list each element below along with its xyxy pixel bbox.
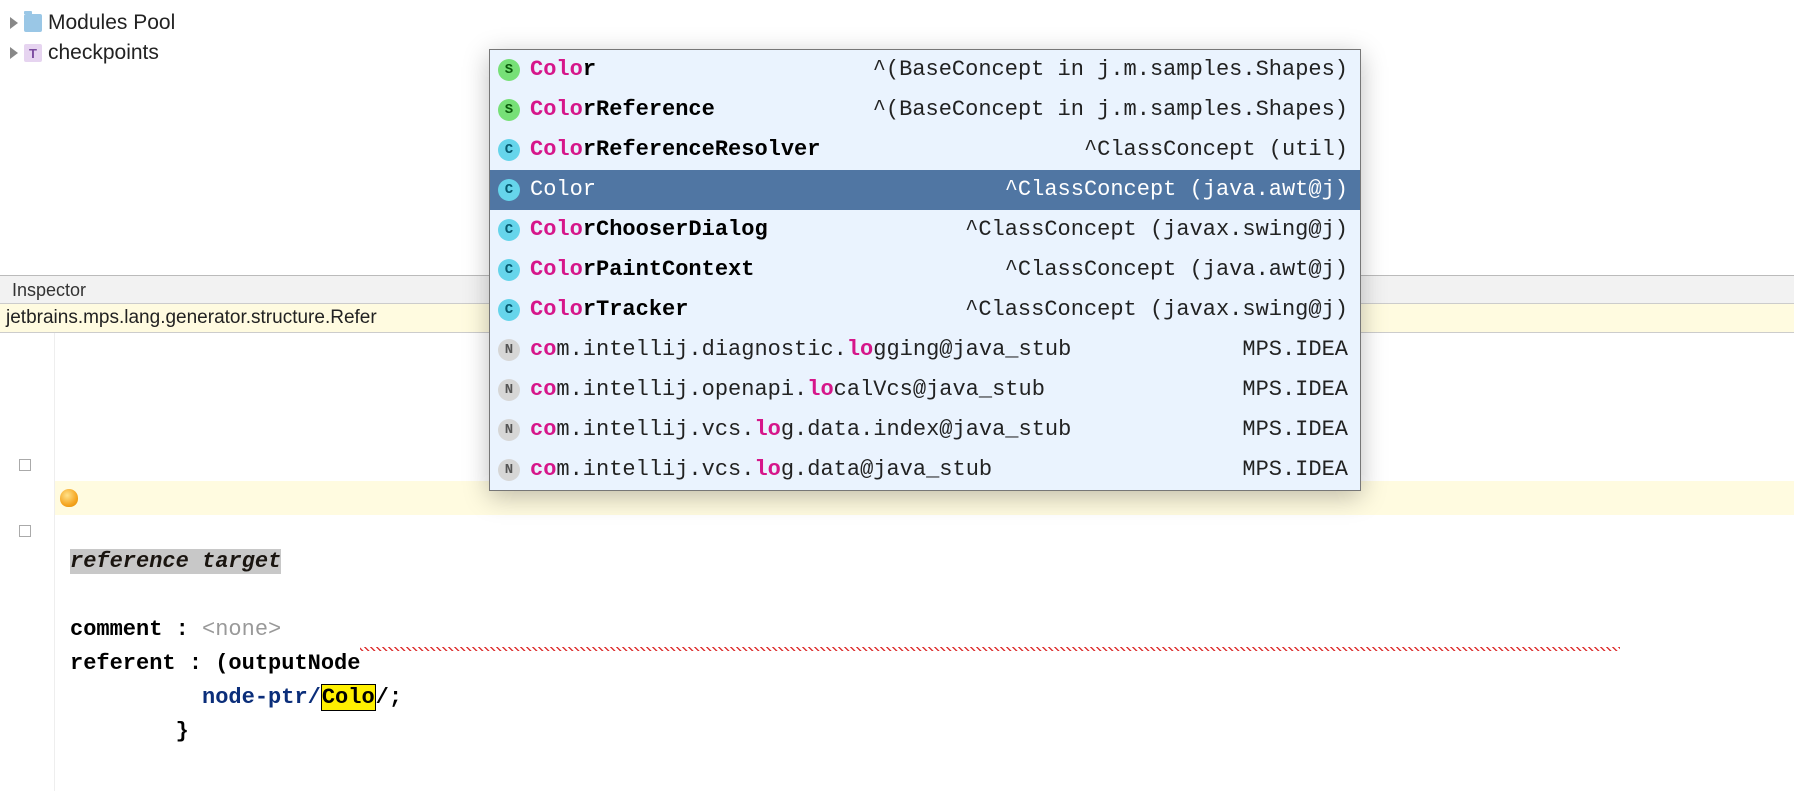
autocomplete-item-name: com.intellij.vcs.log.data@java_stub: [530, 450, 1222, 490]
class-icon: C: [498, 259, 520, 281]
autocomplete-item-name: ColorTracker: [530, 290, 945, 330]
autocomplete-item-hint: ^(BaseConcept in j.m.samples.Shapes): [853, 50, 1348, 90]
chevron-right-icon[interactable]: [10, 47, 18, 59]
tree-item-label: checkpoints: [48, 41, 159, 65]
namespace-icon: N: [498, 419, 520, 441]
tree-item-label: Modules Pool: [48, 11, 175, 35]
autocomplete-item-name: ColorReferenceResolver: [530, 130, 1064, 170]
test-icon: T: [24, 44, 42, 62]
gutter: [0, 333, 55, 791]
autocomplete-item[interactable]: C Color^ClassConcept (java.awt@j): [490, 170, 1360, 210]
node-ptr-keyword: node-ptr/: [202, 685, 321, 710]
autocomplete-item-name: ColorReference: [530, 90, 853, 130]
autocomplete-item-name: ColorPaintContext: [530, 250, 985, 290]
autocomplete-item-hint: MPS.IDEA: [1222, 450, 1348, 490]
autocomplete-item[interactable]: C ColorChooserDialog^ClassConcept (javax.…: [490, 210, 1360, 250]
reference-target-heading: reference target: [70, 549, 281, 574]
autocomplete-item-hint: ^(BaseConcept in j.m.samples.Shapes): [853, 90, 1348, 130]
project-tree: Modules Pool T checkpoints: [10, 8, 175, 68]
autocomplete-item-hint: ^ClassConcept (java.awt@j): [985, 250, 1348, 290]
referent-label: referent :: [70, 651, 215, 676]
class-icon: C: [498, 139, 520, 161]
autocomplete-item[interactable]: S Color^(BaseConcept in j.m.samples.Shape…: [490, 50, 1360, 90]
chevron-right-icon[interactable]: [10, 17, 18, 29]
autocomplete-item[interactable]: C ColorPaintContext^ClassConcept (java.aw…: [490, 250, 1360, 290]
class-icon: C: [498, 219, 520, 241]
comment-value: <none>: [202, 617, 281, 642]
tree-item-checkpoints[interactable]: T checkpoints: [10, 38, 175, 68]
tree-item-modules-pool[interactable]: Modules Pool: [10, 8, 175, 38]
autocomplete-item[interactable]: Ncom.intellij.diagnostic.logging@java_st…: [490, 330, 1360, 370]
autocomplete-item-name: Color: [530, 50, 853, 90]
close-brace: }: [176, 719, 189, 744]
folder-icon: [24, 14, 42, 32]
autocomplete-item[interactable]: Ncom.intellij.vcs.log.data@java_stubMPS.…: [490, 450, 1360, 490]
structure-icon: S: [498, 99, 520, 121]
autocomplete-item-hint: ^ClassConcept (util): [1064, 130, 1348, 170]
namespace-icon: N: [498, 339, 520, 361]
autocomplete-item-hint: MPS.IDEA: [1222, 330, 1348, 370]
structure-icon: S: [498, 59, 520, 81]
referent-signature: (outputNode: [215, 651, 360, 676]
autocomplete-item-hint: ^ClassConcept (javax.swing@j): [945, 210, 1348, 250]
autocomplete-item-name: ColorChooserDialog: [530, 210, 945, 250]
autocomplete-item-hint: ^ClassConcept (javax.swing@j): [945, 290, 1348, 330]
fold-start-icon[interactable]: [19, 459, 31, 471]
autocomplete-popup[interactable]: SColor^(BaseConcept in j.m.samples.Shape…: [489, 49, 1361, 491]
class-icon: C: [498, 299, 520, 321]
after-typed: /;: [376, 685, 402, 710]
autocomplete-item-name: com.intellij.openapi.localVcs@java_stub: [530, 370, 1222, 410]
autocomplete-item-hint: ^ClassConcept (java.awt@j): [985, 170, 1348, 210]
autocomplete-item[interactable]: Ncom.intellij.openapi.localVcs@java_stub…: [490, 370, 1360, 410]
autocomplete-item[interactable]: C ColorReferenceResolver^ClassConcept (ut…: [490, 130, 1360, 170]
fold-end-icon[interactable]: [19, 525, 31, 537]
comment-label: comment :: [70, 617, 202, 642]
namespace-icon: N: [498, 459, 520, 481]
namespace-icon: N: [498, 379, 520, 401]
intention-bulb-icon[interactable]: [60, 489, 78, 507]
autocomplete-item[interactable]: C ColorTracker^ClassConcept (javax.swing@…: [490, 290, 1360, 330]
autocomplete-item-hint: MPS.IDEA: [1222, 370, 1348, 410]
error-squiggly: [360, 647, 1620, 651]
autocomplete-item[interactable]: S ColorReference^(BaseConcept in j.m.samp…: [490, 90, 1360, 130]
typed-prefix[interactable]: Colo: [321, 684, 376, 711]
autocomplete-item-name: com.intellij.diagnostic.logging@java_stu…: [530, 330, 1222, 370]
autocomplete-item-name: Color: [530, 170, 985, 210]
class-icon: C: [498, 179, 520, 201]
autocomplete-item-name: com.intellij.vcs.log.data.index@java_stu…: [530, 410, 1222, 450]
autocomplete-item-hint: MPS.IDEA: [1222, 410, 1348, 450]
autocomplete-item[interactable]: Ncom.intellij.vcs.log.data.index@java_st…: [490, 410, 1360, 450]
